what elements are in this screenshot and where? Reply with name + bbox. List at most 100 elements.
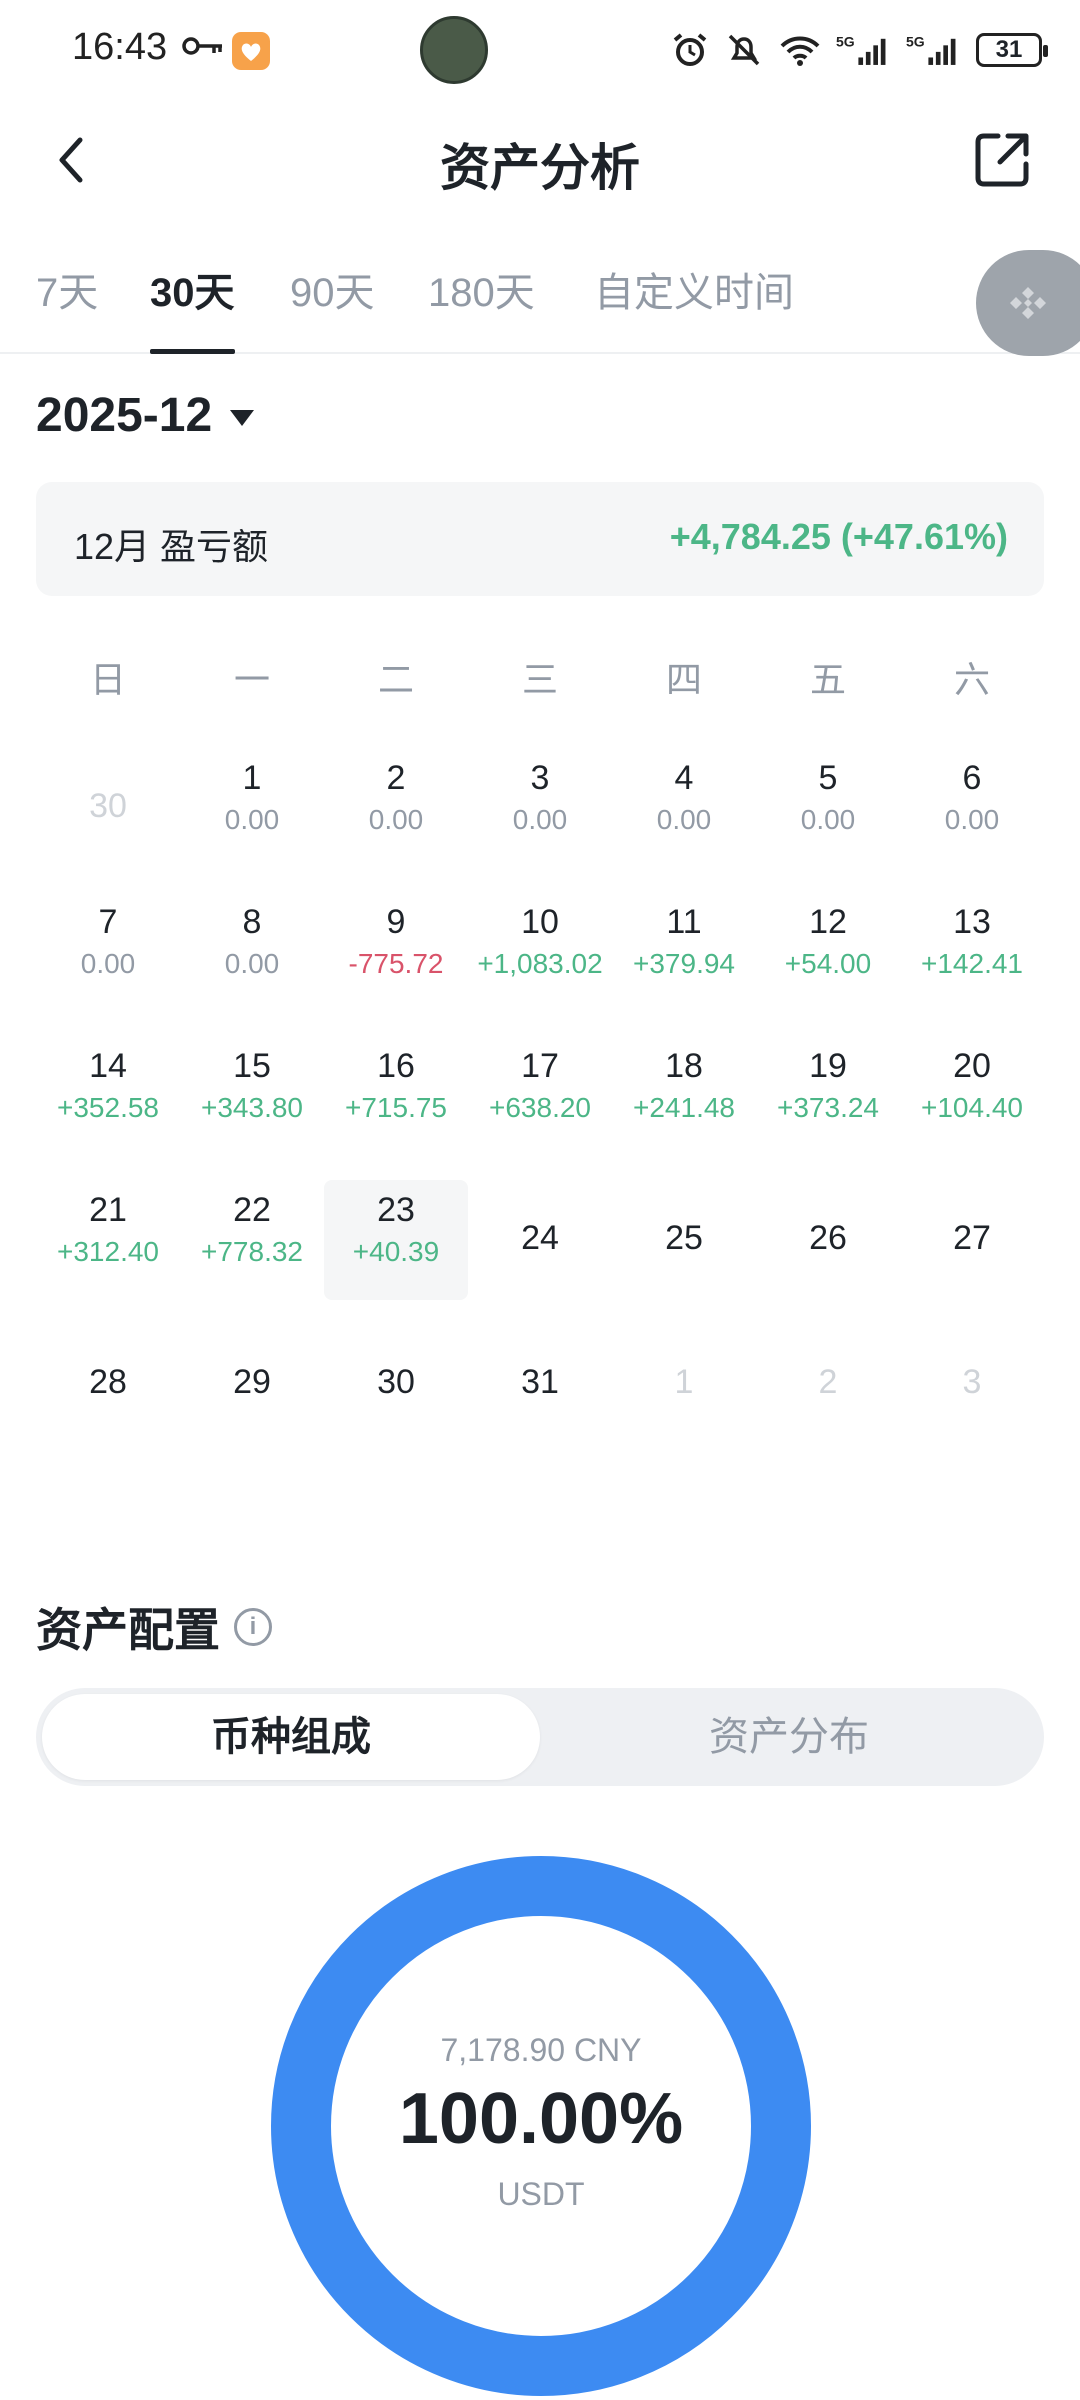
- tab-custom-time[interactable]: 自定义时间: [594, 260, 794, 354]
- calendar-day[interactable]: 18 +241.48: [612, 1036, 756, 1156]
- calendar-day[interactable]: 1 0.00: [180, 748, 324, 868]
- calendar-day[interactable]: 24: [468, 1180, 612, 1300]
- day-number: 16: [377, 1047, 415, 1085]
- page-title: 资产分析: [440, 140, 640, 196]
- calendar-day[interactable]: 13 +142.41: [900, 892, 1044, 1012]
- calendar-day[interactable]: 30: [324, 1324, 468, 1444]
- weekday-header: 日 一 二 三 四 五 六: [36, 640, 1044, 720]
- calendar-day: 1: [612, 1324, 756, 1444]
- binance-logo-icon: [1010, 287, 1046, 319]
- day-pnl: 0.00: [800, 804, 856, 835]
- calendar-day[interactable]: 20 +104.40: [900, 1036, 1044, 1156]
- key-icon: [182, 37, 222, 55]
- day-number: 25: [665, 1219, 703, 1257]
- calendar-day[interactable]: 4 0.00: [612, 748, 756, 868]
- donut-percent: 100.00%: [398, 2079, 684, 2159]
- day-number: 2: [386, 759, 406, 797]
- day-number: 8: [242, 903, 262, 941]
- day-number: 23: [377, 1191, 415, 1229]
- day-number: 29: [233, 1363, 271, 1401]
- calendar-day[interactable]: 22 +778.32: [180, 1180, 324, 1300]
- day-pnl: +142.41: [921, 948, 1023, 979]
- weekday-label: 日: [89, 659, 126, 700]
- weekday-label: 六: [953, 659, 990, 700]
- share-button[interactable]: [966, 124, 1038, 196]
- calendar-day[interactable]: 8 0.00: [180, 892, 324, 1012]
- day-number: 19: [809, 1047, 847, 1085]
- calendar-day[interactable]: 25: [612, 1180, 756, 1300]
- battery-level: 31: [995, 36, 1023, 63]
- tab-30d[interactable]: 30天: [150, 260, 235, 354]
- day-number: 1: [242, 759, 262, 797]
- day-pnl: +40.39: [352, 1236, 440, 1267]
- day-pnl: 0.00: [944, 804, 1000, 835]
- tab-7d[interactable]: 7天: [36, 260, 98, 354]
- calendar-day[interactable]: 16 +715.75: [324, 1036, 468, 1156]
- day-number: 13: [953, 903, 991, 941]
- calendar-day[interactable]: 26: [756, 1180, 900, 1300]
- calendar-day[interactable]: 12 +54.00: [756, 892, 900, 1012]
- calendar-day[interactable]: 15 +343.80: [180, 1036, 324, 1156]
- info-icon[interactable]: i: [234, 1608, 272, 1646]
- battery-icon: 31: [976, 33, 1048, 67]
- day-pnl: 0.00: [656, 804, 712, 835]
- day-pnl: +54.00: [784, 948, 872, 979]
- calendar-day[interactable]: 14 +352.58: [36, 1036, 180, 1156]
- caret-down-icon: [230, 409, 255, 426]
- day-number: 28: [89, 1363, 127, 1401]
- day-number: 7: [98, 903, 118, 941]
- calendar-day[interactable]: 31: [468, 1324, 612, 1444]
- calendar-day[interactable]: 2 0.00: [324, 748, 468, 868]
- status-time: 16:43: [72, 26, 168, 68]
- segment-asset-distribution[interactable]: 资产分布: [540, 1694, 1038, 1780]
- calendar-day[interactable]: 21 +312.40: [36, 1180, 180, 1300]
- pnl-calendar: 日 一 二 三 四 五 六 30 1 0.00 2 0.00 3 0.00 4 0.00 5 0.0…: [36, 640, 1044, 1401]
- month-selector[interactable]: 2025-12: [36, 388, 255, 443]
- calendar-day[interactable]: 28: [36, 1324, 180, 1444]
- calendar-day[interactable]: 6 0.00: [900, 748, 1044, 868]
- day-pnl: +104.40: [921, 1092, 1023, 1123]
- day-number: 9: [386, 903, 406, 941]
- day-number: 30: [377, 1363, 415, 1401]
- wifi-icon: [780, 36, 820, 66]
- day-pnl: +778.32: [201, 1236, 303, 1267]
- day-number: 6: [962, 759, 982, 797]
- day-pnl: +715.75: [345, 1092, 447, 1123]
- summary-value: +4,784.25 (+47.61%): [669, 516, 1008, 557]
- day-number: 14: [89, 1047, 127, 1085]
- svg-text:5G: 5G: [906, 33, 925, 49]
- section-title: 资产配置: [36, 1604, 220, 1656]
- day-pnl: +638.20: [489, 1092, 591, 1123]
- calendar-day[interactable]: 29: [180, 1324, 324, 1444]
- day-number: 11: [666, 903, 702, 941]
- floating-action-button[interactable]: [976, 250, 1080, 356]
- mute-bell-icon: [728, 34, 760, 66]
- day-pnl: +373.24: [777, 1092, 879, 1123]
- calendar-day[interactable]: 10 +1,083.02: [468, 892, 612, 1012]
- calendar-day[interactable]: 19 +373.24: [756, 1036, 900, 1156]
- calendar-day[interactable]: 27: [900, 1180, 1044, 1300]
- calendar-day[interactable]: 7 0.00: [36, 892, 180, 1012]
- day-number: 3: [962, 1363, 982, 1401]
- status-icons: 5G 5G 31: [670, 28, 1048, 72]
- calendar-day[interactable]: 17 +638.20: [468, 1036, 612, 1156]
- day-pnl: +312.40: [57, 1236, 159, 1267]
- alarm-icon: [673, 33, 707, 66]
- day-number: 27: [953, 1219, 991, 1257]
- tab-180d[interactable]: 180天: [428, 260, 535, 354]
- calendar-day: 3: [900, 1324, 1044, 1444]
- day-number: 12: [809, 903, 847, 941]
- day-pnl: +1,083.02: [477, 948, 603, 979]
- tab-90d[interactable]: 90天: [290, 260, 375, 354]
- calendar-day[interactable]: 9 -775.72: [324, 892, 468, 1012]
- day-number: 10: [521, 903, 559, 941]
- donut-center: 7,178.90 CNY 100.00% USDT: [271, 1856, 811, 2396]
- segment-coin-composition[interactable]: 币种组成: [42, 1694, 540, 1780]
- signal-5g-icon-2: 5G: [906, 33, 956, 65]
- day-number: 26: [809, 1219, 847, 1257]
- calendar-day[interactable]: 3 0.00: [468, 748, 612, 868]
- calendar-day[interactable]: 11 +379.94: [612, 892, 756, 1012]
- calendar-day[interactable]: 23 +40.39: [324, 1180, 468, 1300]
- day-number: 3: [530, 759, 550, 797]
- calendar-day[interactable]: 5 0.00: [756, 748, 900, 868]
